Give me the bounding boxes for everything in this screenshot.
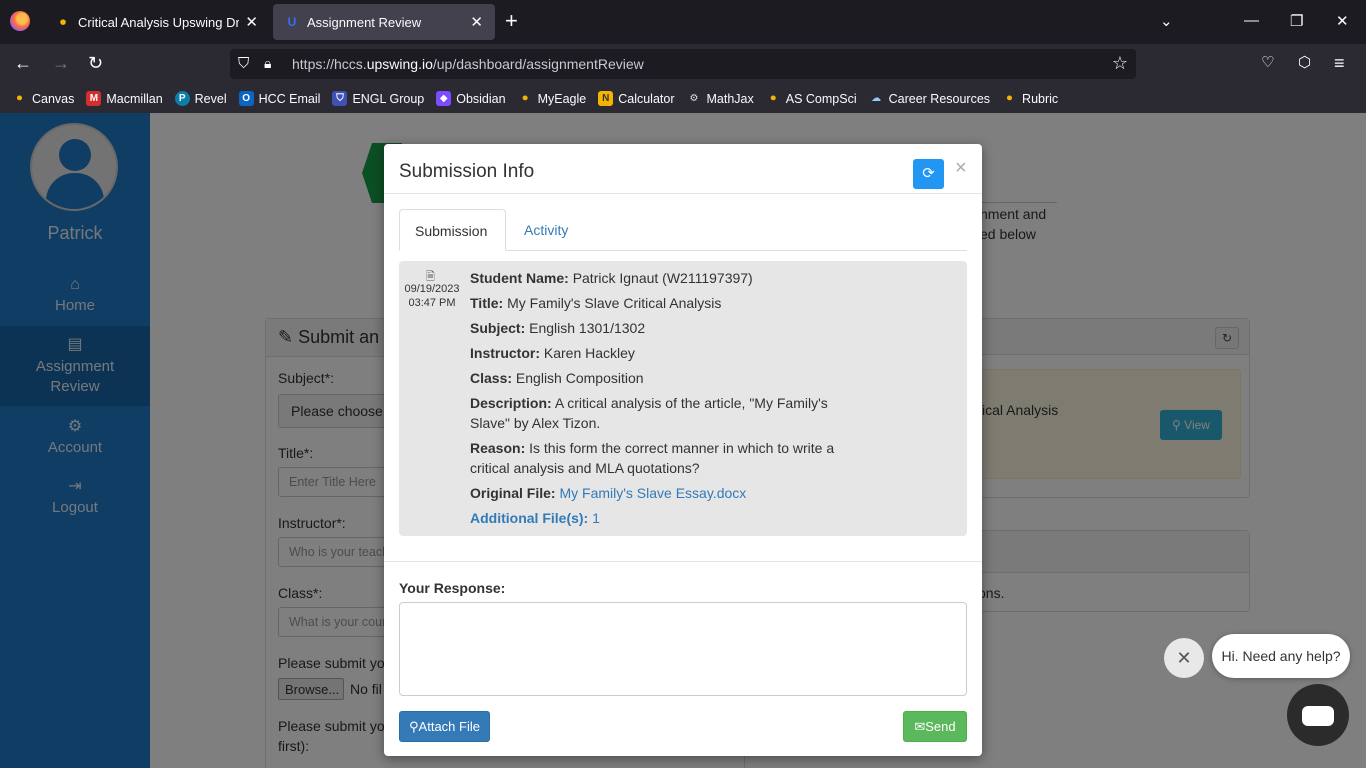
field-description: Description: A critical analysis of the … <box>470 395 828 431</box>
field-instructor: Instructor: Karen Hackley <box>470 345 635 361</box>
restore-icon[interactable]: ❐ <box>1290 12 1303 30</box>
extensions-icon[interactable]: ⬡ <box>1298 53 1311 73</box>
macmillan-icon: M <box>86 91 102 106</box>
close-icon[interactable]: × <box>955 157 967 180</box>
submission-fields: Student Name: Patrick Ignaut (W211197397… <box>470 268 865 533</box>
myeagle-icon: ⏺ <box>517 91 533 106</box>
shield-icon[interactable]: ⛉ <box>238 55 249 72</box>
submission-date: 09/19/2023 <box>404 283 460 295</box>
close-tab-icon[interactable]: ✕ <box>470 13 483 31</box>
page: Patrick ⌂ Home ▤ Assignment Review ⚙ Acc… <box>0 113 1366 768</box>
bookmark-star-icon[interactable]: ☆ <box>1112 53 1128 74</box>
url-text[interactable]: https://hccs.upswing.io/up/dashboard/ass… <box>292 56 644 72</box>
bookmark-revel[interactable]: P Revel <box>174 91 227 106</box>
refresh-icon: ⟳ <box>922 165 935 182</box>
bookmarks-bar: ⏺ Canvas M Macmillan P Revel O HCC Email ⛉ EN… <box>0 84 1366 113</box>
browser-nav-bar: ← → ↻ ⛉ 🔒︎ https://hccs.upswing.io/up/da… <box>0 44 1366 84</box>
obsidian-icon: ◆ <box>436 91 452 106</box>
field-class: Class: English Composition <box>470 370 644 386</box>
upswing-favicon-icon: ⏺ <box>59 14 66 29</box>
additional-files-count[interactable]: 1 <box>592 510 600 526</box>
bookmark-mathjax[interactable]: ⚙ MathJax <box>686 91 754 106</box>
menu-icon[interactable]: ≡ <box>1334 53 1345 73</box>
bookmark-obsidian[interactable]: ◆ Obsidian <box>436 91 506 106</box>
upswing-favicon-icon: U <box>287 15 297 29</box>
url-bar[interactable]: ⛉ 🔒︎ https://hccs.upswing.io/up/dashboar… <box>230 49 1136 79</box>
lock-icon[interactable]: 🔒︎ <box>264 55 271 72</box>
tab-title: Assignment Review <box>307 14 422 30</box>
hcc-icon: ⏺ <box>765 91 781 106</box>
chat-dismiss-icon[interactable]: ✕ <box>1164 638 1204 678</box>
envelope-icon: ✉ <box>914 719 926 734</box>
field-student-name: Student Name: Patrick Ignaut (W211197397… <box>470 270 753 286</box>
submission-details: 🗎 09/19/2023 03:47 PM Student Name: Patr… <box>399 261 967 536</box>
close-tab-icon[interactable]: ✕ <box>245 13 258 31</box>
attach-file-button[interactable]: ⚲Attach File <box>399 711 490 742</box>
field-original-file: Original File: My Family's Slave Essay.d… <box>470 485 747 501</box>
rubric-icon: ⏺ <box>1002 91 1018 106</box>
bookmark-canvas[interactable]: ⏺ Canvas <box>12 91 74 106</box>
revel-icon: P <box>174 91 190 106</box>
bookmark-rubric[interactable]: ⏺ Rubric <box>1002 91 1058 106</box>
chat-greeting[interactable]: Hi. Need any help? <box>1212 634 1350 678</box>
bookmark-myeagle[interactable]: ⏺ MyEagle <box>517 91 586 106</box>
modal-title: Submission Info <box>399 161 535 182</box>
browser-tab-bar: ⏺ Critical Analysis Upswing Drafts ✕ U A… <box>0 0 1366 44</box>
tab-list-chevron-icon[interactable]: ⌄ <box>1160 12 1173 30</box>
tab-title: Critical Analysis Upswing Drafts <box>78 14 240 30</box>
back-icon[interactable]: ← <box>14 53 32 73</box>
field-title: Title: My Family's Slave Critical Analys… <box>470 295 722 311</box>
chat-launcher-button[interactable] <box>1287 684 1349 746</box>
bookmark-career-resources[interactable]: ☁ Career Resources <box>868 91 990 106</box>
gear-bookmark-icon: ⚙ <box>686 91 702 106</box>
chat-icon <box>1302 706 1334 726</box>
tab-submission[interactable]: Submission <box>399 209 506 251</box>
paperclip-icon: ⚲ <box>409 719 419 734</box>
divider <box>384 193 982 194</box>
send-button[interactable]: ✉Send <box>903 711 967 742</box>
firefox-icon[interactable] <box>10 11 30 31</box>
outlook-icon: O <box>238 91 254 106</box>
reload-icon[interactable]: ↻ <box>88 53 103 73</box>
bookmark-engl-group[interactable]: ⛉ ENGL Group <box>332 91 424 106</box>
refresh-button[interactable]: ⟳ <box>913 159 944 189</box>
submission-info-modal: Submission Info ⟳ × Submission Activity … <box>384 144 982 756</box>
submission-time: 03:47 PM <box>408 297 456 309</box>
tab-assignment-review[interactable]: U Assignment Review ✕ <box>273 4 495 40</box>
submission-timestamp: 09/19/2023 03:47 PM <box>399 282 465 310</box>
canvas-icon: ⏺ <box>12 91 27 106</box>
forward-icon[interactable]: → <box>52 53 70 73</box>
original-file-link[interactable]: My Family's Slave Essay.docx <box>559 485 746 501</box>
response-textarea[interactable] <box>399 602 967 696</box>
tab-critical-analysis[interactable]: ⏺ Critical Analysis Upswing Drafts ✕ <box>44 0 270 44</box>
cloud-icon: ☁ <box>868 91 884 106</box>
bookmark-calculator[interactable]: N Calculator <box>598 91 675 106</box>
field-reason: Reason: Is this form the correct manner … <box>470 440 835 476</box>
close-window-icon[interactable]: ✕ <box>1336 12 1349 30</box>
minimize-icon[interactable]: — <box>1244 12 1259 29</box>
bookmark-hcc-email[interactable]: O HCC Email <box>238 91 320 106</box>
response-label: Your Response: <box>399 580 506 596</box>
pocket-icon[interactable]: ♡ <box>1261 53 1274 73</box>
additional-files-link[interactable]: Additional File(s): <box>470 510 588 526</box>
field-subject: Subject: English 1301/1302 <box>470 320 646 336</box>
modal-tabs: Submission Activity <box>399 209 967 251</box>
calculator-icon: N <box>598 91 614 106</box>
field-additional-files[interactable]: Additional File(s): 1 <box>470 508 865 528</box>
bookmark-macmillan[interactable]: M Macmillan <box>86 91 163 106</box>
bookmark-as-compsci[interactable]: ⏺ AS CompSci <box>765 91 857 106</box>
divider <box>384 561 982 562</box>
new-tab-icon[interactable]: + <box>505 10 518 32</box>
tab-activity[interactable]: Activity <box>509 209 583 251</box>
shield-bookmark-icon: ⛉ <box>332 91 348 106</box>
